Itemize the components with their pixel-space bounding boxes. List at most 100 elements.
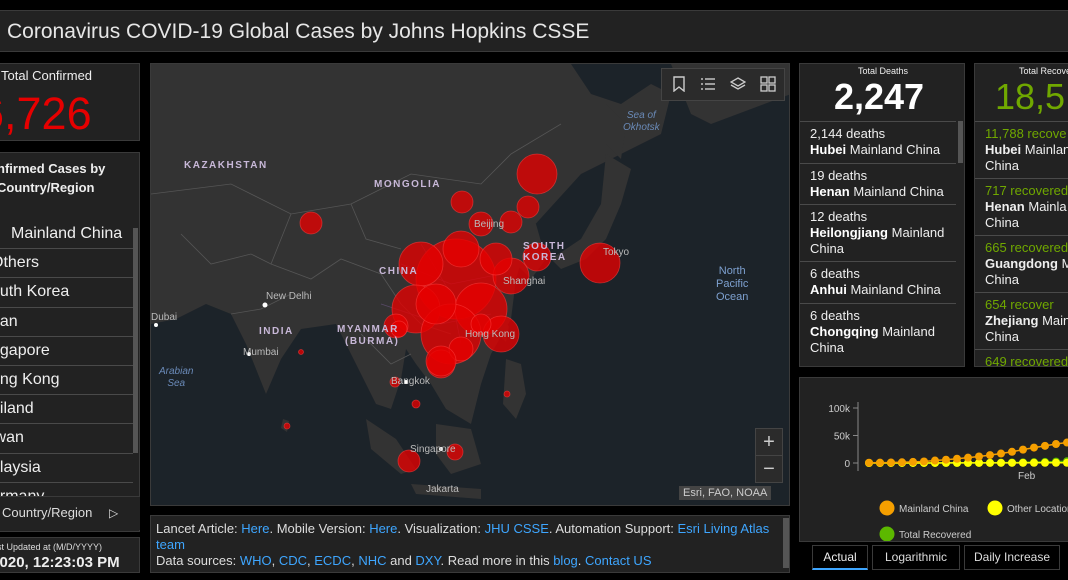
deaths-list-scrollbar[interactable]	[958, 121, 963, 163]
chart-point[interactable]	[942, 455, 950, 464]
death-place: Chongqing	[810, 324, 879, 339]
source-nhc-link[interactable]: NHC	[358, 553, 386, 568]
chart-point[interactable]	[986, 451, 994, 460]
region-list-item[interactable]: 6Mainland China	[0, 220, 133, 250]
zoom-in-button[interactable]: +	[755, 428, 783, 456]
recovered-list-item[interactable]: 654 recover Zhejiang Main China	[975, 292, 1068, 349]
lancet-prefix: Lancet Article:	[156, 521, 242, 536]
region-list-item[interactable]: iwan	[0, 424, 133, 454]
death-place: Hubei	[810, 142, 847, 157]
chart-point[interactable]	[865, 458, 873, 467]
map-city-beijing: Beijing	[474, 219, 505, 230]
region-list-item[interactable]: alaysia	[0, 454, 133, 483]
chart-point[interactable]	[1041, 441, 1049, 450]
deaths-list-item[interactable]: 12 deaths Heilongjiang Mainland China	[800, 204, 956, 261]
region-list-item[interactable]: Others	[0, 249, 133, 279]
recovered-region-line2: China	[985, 215, 1019, 230]
map-city-singapore: Singapore	[410, 444, 456, 455]
region-list-item[interactable]: ong Kong	[0, 366, 133, 396]
source-cdc-link[interactable]: CDC	[279, 553, 307, 568]
cases-chart-panel: 100k 50k 0 Feb Mainland China Other Locations…	[799, 377, 1068, 542]
region-list-item[interactable]: ailand	[0, 395, 133, 425]
chart-point[interactable]	[975, 452, 983, 461]
chart-point[interactable]	[920, 457, 928, 466]
chart-point[interactable]	[1063, 438, 1068, 447]
chart-point[interactable]	[1041, 458, 1049, 467]
chart-point[interactable]	[1019, 458, 1027, 467]
tab-logarithmic[interactable]: Logarithmic	[872, 545, 960, 570]
map-label-india: INDIA	[259, 326, 294, 337]
sea-arabian-line1: Arabian	[159, 366, 194, 377]
chart-point[interactable]	[1019, 445, 1027, 454]
recovered-count: 654 recover	[985, 297, 1054, 312]
viz-link[interactable]: JHU CSSE	[485, 521, 549, 536]
source-ecdc-link[interactable]: ECDC	[314, 553, 351, 568]
chart-point[interactable]	[997, 458, 1005, 467]
recovered-list-item[interactable]: 649 recovered	[975, 349, 1068, 367]
chart-point[interactable]	[964, 453, 972, 462]
chart-point[interactable]	[986, 458, 994, 467]
region-name: Mainland China	[11, 225, 123, 242]
chart-point[interactable]	[887, 458, 895, 467]
chart-point[interactable]	[1052, 440, 1060, 449]
ocean-pacific-line2: Pacific	[716, 278, 749, 290]
zoom-out-button[interactable]: −	[755, 455, 783, 483]
case-bubbles[interactable]	[151, 64, 790, 506]
blog-link[interactable]: blog	[553, 553, 578, 568]
region-list-footer-label: Country/Region	[2, 505, 93, 520]
map-label-kazakhstan: KAZAKHSTAN	[184, 160, 268, 171]
recovered-count: 649 recovered	[985, 354, 1068, 367]
chart-point[interactable]	[1008, 458, 1016, 467]
death-count: 6 deaths	[810, 266, 860, 281]
legend-list-icon[interactable]	[699, 76, 717, 94]
deaths-list-item[interactable]: 2,144 deaths Hubei Mainland China	[800, 121, 956, 163]
info-scrollbar[interactable]	[783, 518, 789, 568]
source-dxy-link[interactable]: DXY	[415, 553, 440, 568]
chart-point[interactable]	[931, 456, 939, 465]
recovered-region: Mainlan	[1024, 142, 1068, 157]
region-list-footer[interactable]: Country/Region ▷	[0, 496, 140, 530]
total-deaths-panel: Total Deaths 2,247 2,144 deaths Hubei Mai…	[799, 63, 965, 367]
death-count: 19 deaths	[810, 168, 868, 183]
region-list-item[interactable]: ngapore	[0, 337, 133, 366]
deaths-list-item[interactable]: 6 deaths Chongqing Mainland China	[800, 303, 956, 363]
recovered-list-item[interactable]: 665 recoveredGuangdong M China	[975, 235, 1068, 292]
legend-marker	[879, 526, 895, 541]
chart-point[interactable]	[1030, 443, 1038, 452]
chart-point[interactable]	[1052, 458, 1060, 467]
recovered-region: M	[1062, 256, 1068, 271]
total-confirmed-value: 6,726	[0, 88, 92, 139]
lancet-link[interactable]: Here	[241, 521, 269, 536]
region-list[interactable]: 6Mainland China Others outh Korea pan ngapor…	[0, 220, 133, 512]
region-list-item[interactable]: pan	[0, 308, 133, 337]
region-name: Others	[0, 254, 40, 272]
chart-point[interactable]	[898, 458, 906, 467]
deaths-list-item[interactable]: 6 deaths Anhui Mainland China	[800, 261, 956, 303]
deaths-list-item[interactable]: 19 deaths Henan Mainland China	[800, 163, 956, 204]
chart-point[interactable]	[909, 457, 917, 466]
basemap-gallery-icon[interactable]	[759, 76, 777, 94]
region-list-scrollbar[interactable]	[133, 228, 138, 453]
map-city-mumbai: Mumbai	[243, 347, 279, 358]
layers-icon[interactable]	[729, 76, 747, 94]
region-list-item[interactable]: outh Korea	[0, 278, 133, 308]
region-name: alaysia	[0, 458, 41, 476]
chart-point[interactable]	[1030, 458, 1038, 467]
region-name: outh Korea	[0, 283, 70, 301]
chevron-right-icon[interactable]: ▷	[109, 506, 118, 520]
recovered-list-item[interactable]: 11,788 recove Hubei Mainlan China	[975, 121, 1068, 178]
chart-point[interactable]	[953, 454, 961, 463]
map-city-new-delhi: New Delhi	[266, 291, 312, 302]
bookmark-icon[interactable]	[670, 76, 688, 94]
source-who-link[interactable]: WHO	[240, 553, 272, 568]
contact-link[interactable]: Contact US	[585, 553, 651, 568]
chart-point[interactable]	[1008, 447, 1016, 456]
cases-map[interactable]: KAZAKHSTAN MONGOLIA CHINA INDIA MYANMAR …	[150, 63, 790, 506]
mobile-link[interactable]: Here	[369, 521, 397, 536]
chart-point[interactable]	[876, 458, 884, 467]
tab-daily-increase[interactable]: Daily Increase	[964, 545, 1060, 570]
recovered-list-item[interactable]: 717 recovered Henan Mainla China	[975, 178, 1068, 235]
death-count: 12 deaths	[810, 209, 868, 224]
tab-actual[interactable]: Actual	[812, 545, 868, 570]
chart-point[interactable]	[997, 449, 1005, 458]
